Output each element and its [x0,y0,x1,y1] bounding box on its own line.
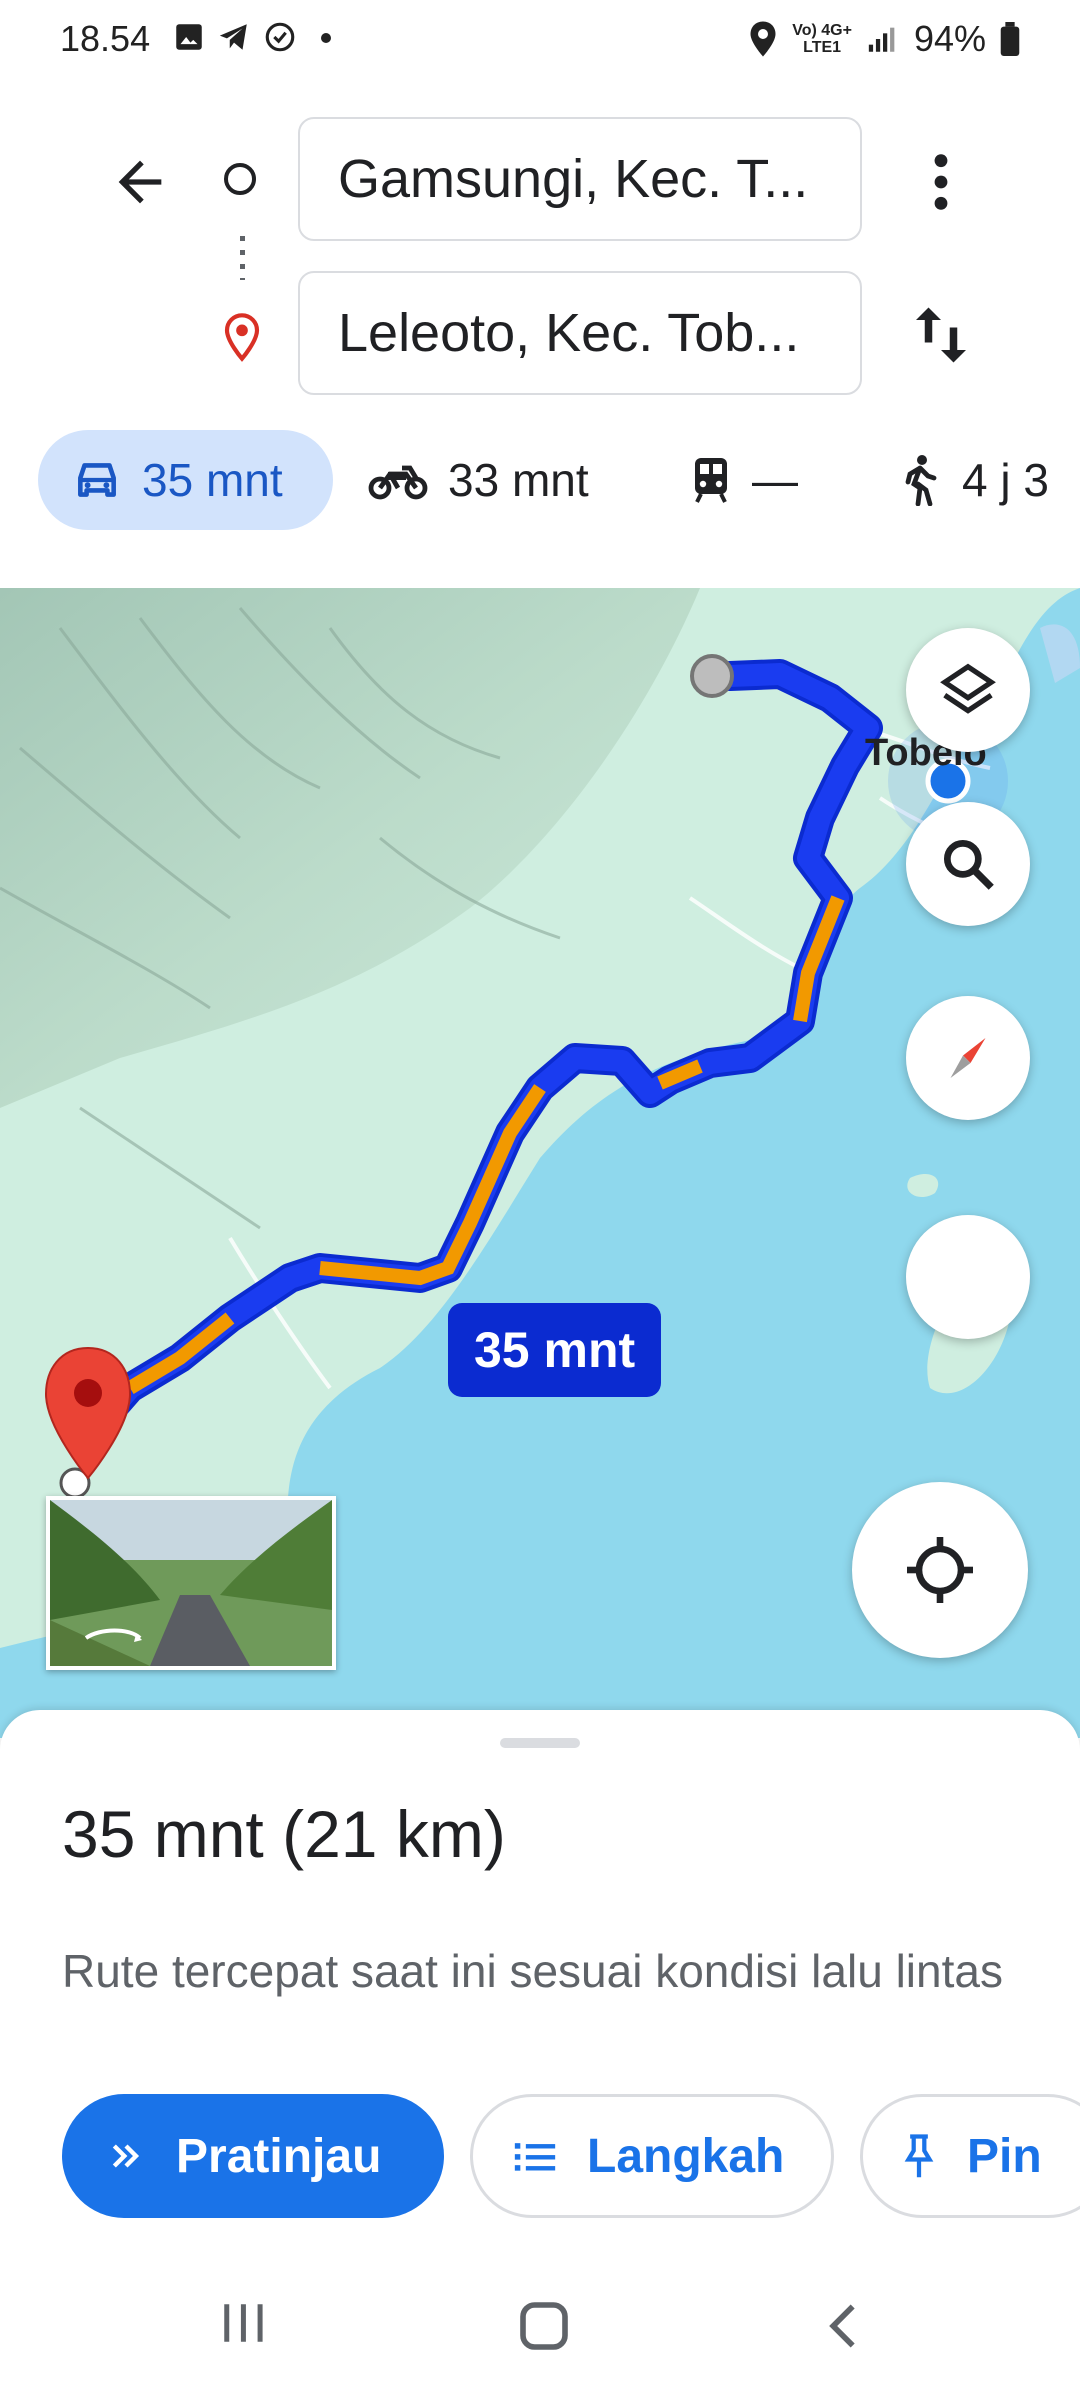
list-icon [514,2143,556,2171]
steps-button[interactable]: Langkah [470,2094,834,2218]
search-along-route-button[interactable] [906,802,1030,926]
compass-icon [950,1038,986,1078]
my-location-button[interactable] [852,1482,1028,1658]
status-bar: 18.54 Vo) 4G+ LTE1 94% [0,0,1080,80]
network-sim: LTE1 [803,39,842,56]
map-view[interactable]: Tobelo 35 mnt [0,588,1080,1738]
tab-motorcycle[interactable]: 33 mnt [368,430,589,530]
preview-label: Pratinjau [176,2129,382,2183]
origin-field[interactable]: Gamsungi, Kec. T... [298,117,862,241]
start-marker-icon[interactable] [690,654,734,698]
swap-icon[interactable] [910,300,972,370]
dot-icon [321,33,331,43]
route-description: Rute tercepat saat ini sesuai kondisi la… [62,1945,1003,1997]
battery-percent: 94% [913,18,986,59]
back-nav-icon[interactable] [822,2300,866,2352]
layers-icon [940,663,996,714]
network-type: Vo) 4G+ [792,22,852,39]
recent-apps-icon[interactable] [218,2298,268,2348]
back-arrow-icon[interactable] [108,150,172,214]
signal-icon [868,27,895,52]
car-icon [78,463,116,497]
route-summary: 35 mnt (21 km) [62,1796,506,1872]
street-view-thumbnail[interactable] [46,1496,336,1670]
route-eta-label[interactable]: 35 mnt [448,1303,662,1397]
tab-car[interactable]: 35 mnt [38,430,333,530]
route-connector [240,236,245,280]
sheet-drag-handle[interactable] [500,1738,580,1748]
battery-icon [1000,22,1020,56]
tab-motorcycle-label: 33 mnt [448,454,589,506]
tab-walk[interactable]: 4 j 3 [898,430,1049,530]
walk-icon [905,455,937,506]
street-view-image [50,1500,332,1666]
motorcycle-icon [368,465,428,500]
destination-pin-icon [224,313,260,362]
compass-button[interactable] [906,996,1030,1120]
location-icon [750,21,776,57]
layers-fab[interactable] [906,1215,1030,1339]
system-navigation-bar [0,2266,1080,2400]
pin-icon [904,2134,934,2178]
home-icon[interactable] [516,2298,572,2354]
network-indicator: Vo) 4G+ LTE1 [792,22,852,56]
image-icon [176,24,202,50]
island [907,1173,939,1198]
tab-transit-label: — [752,454,798,506]
steps-label: Langkah [587,2129,785,2183]
tab-walk-label: 4 j 3 [962,454,1049,506]
status-time: 18.54 [60,18,151,59]
layers-button[interactable] [906,628,1030,752]
origin-marker-icon [224,163,256,195]
route-duration: 35 mnt [62,1797,264,1871]
preview-button[interactable]: Pratinjau [62,2094,444,2218]
route-distance: (21 km) [282,1797,506,1871]
status-right: Vo) 4G+ LTE1 94% [748,18,1020,60]
tab-car-label: 35 mnt [142,454,283,506]
crosshair-icon [907,1537,973,1603]
more-options-icon[interactable] [916,150,966,214]
pin-button[interactable]: Pin [860,2094,1080,2218]
telegram-icon [219,24,247,50]
double-chevron-icon [112,2144,140,2168]
transit-icon [695,458,727,503]
search-icon [943,839,994,890]
verified-icon [265,22,295,52]
tab-transit[interactable]: — [690,430,798,530]
destination-field[interactable]: Leleoto, Kec. Tob... [298,271,862,395]
pin-label: Pin [967,2129,1042,2183]
travel-mode-tabs: 35 mnt 33 mnt — 4 j 3 [0,430,1080,540]
